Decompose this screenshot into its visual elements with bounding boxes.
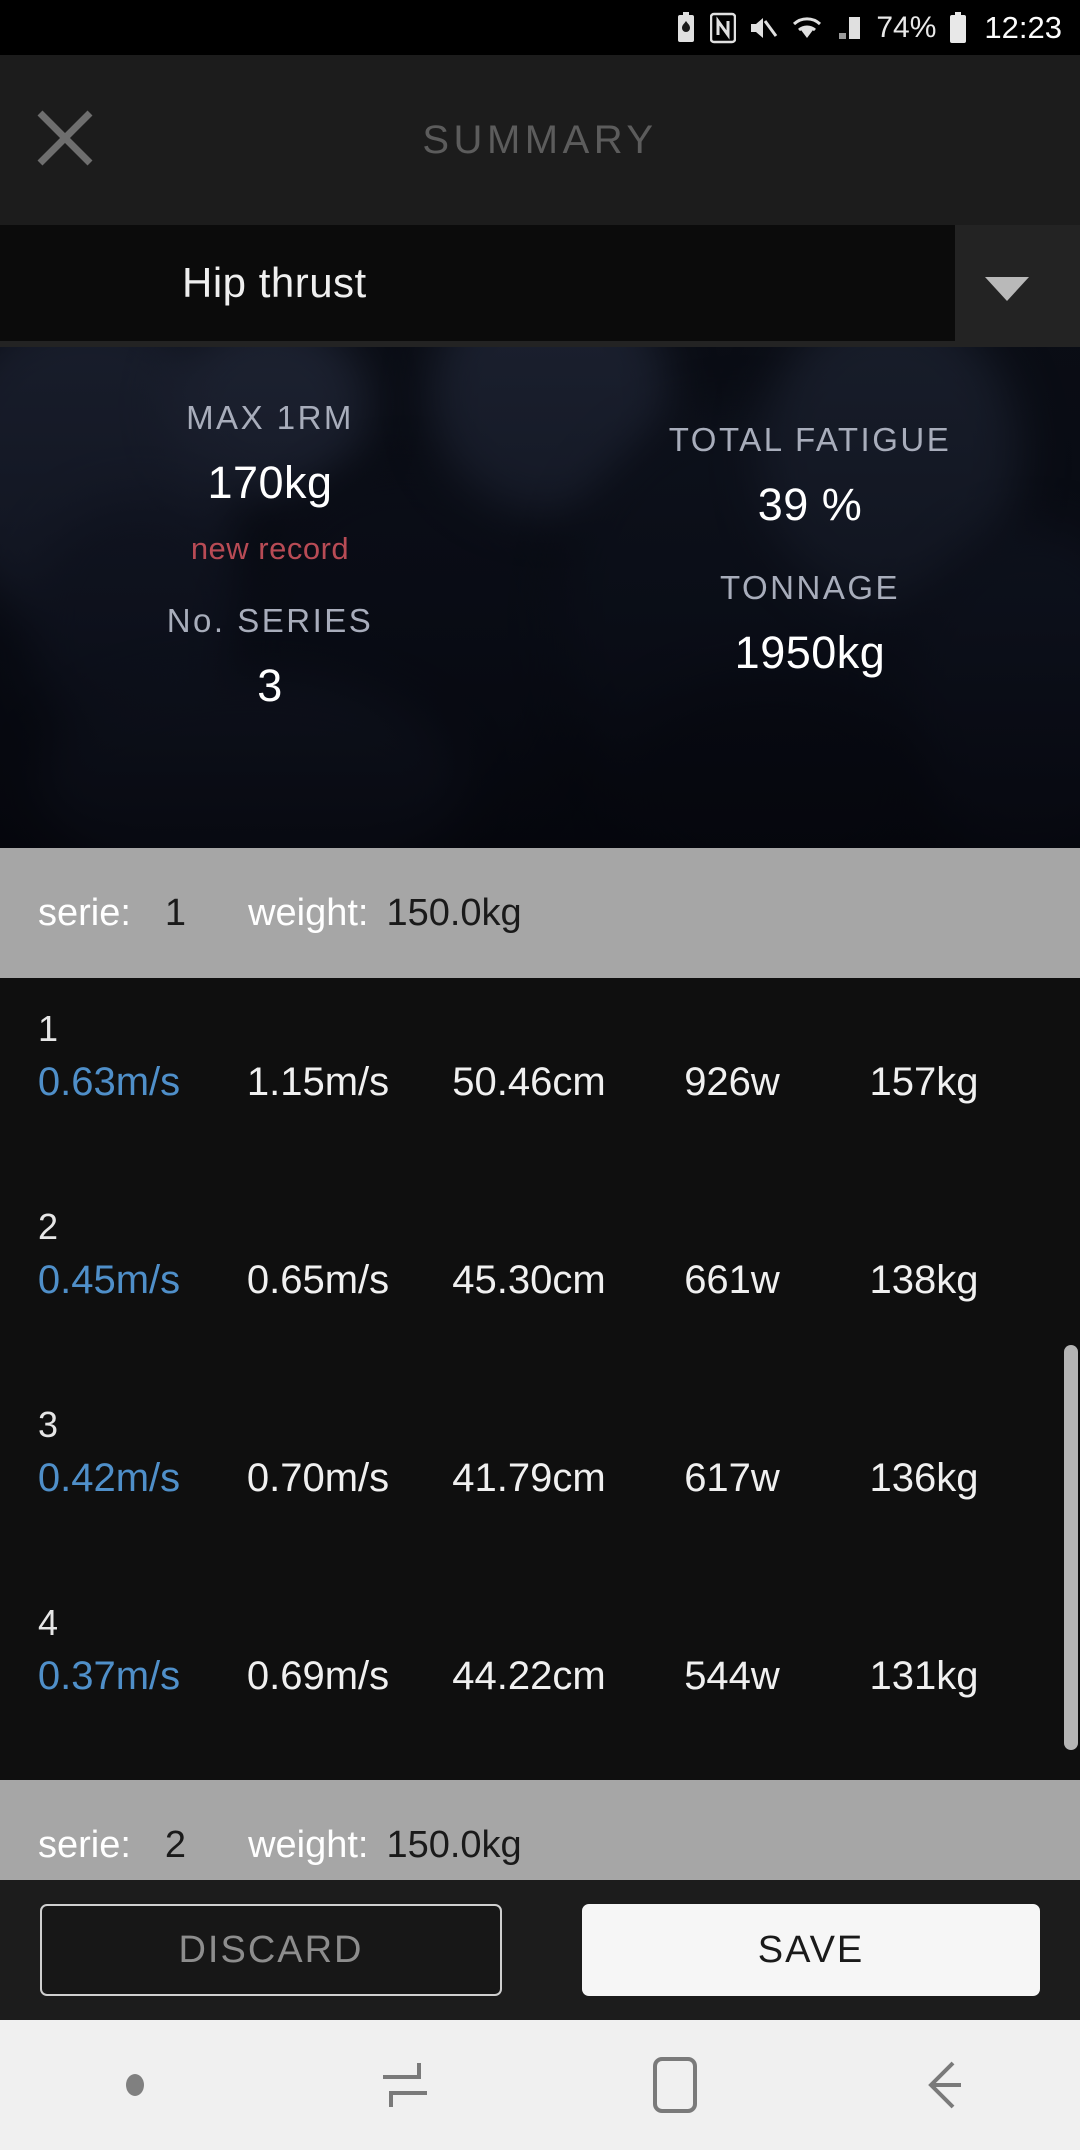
serie-key: serie: bbox=[38, 1823, 131, 1866]
stat-value: 170kg bbox=[207, 457, 333, 508]
rep-number: 3 bbox=[38, 1404, 59, 1445]
app-header: SUMMARY bbox=[0, 55, 1080, 225]
status-bar: 74% 12:23 bbox=[0, 0, 1080, 55]
series-scroll-area[interactable]: serie: 1 weight: 150.0kg 1 0.63m/s 1.15m… bbox=[0, 848, 1080, 1880]
discard-button[interactable]: DISCARD bbox=[40, 1904, 502, 1996]
home-icon bbox=[647, 2053, 703, 2117]
rep-mean-velocity: 0.42m/s bbox=[37, 1456, 181, 1500]
series-header-1[interactable]: serie: 1 weight: 150.0kg bbox=[0, 848, 1080, 978]
rep-peak-velocity: 0.69m/s bbox=[246, 1654, 390, 1698]
stat-label: TONNAGE bbox=[719, 569, 901, 606]
rep-load: 131kg bbox=[869, 1654, 979, 1698]
rep-number: 2 bbox=[38, 1206, 59, 1247]
rep-range: 44.22cm bbox=[452, 1654, 606, 1698]
rep-range: 41.79cm bbox=[452, 1456, 606, 1500]
save-button[interactable]: SAVE bbox=[582, 1904, 1040, 1996]
action-bar: DISCARD SAVE bbox=[0, 1880, 1080, 2020]
weight-value: 150.0kg bbox=[386, 1823, 522, 1866]
rep-mean-velocity: 0.37m/s bbox=[37, 1654, 181, 1698]
battery-icon bbox=[948, 11, 968, 44]
rep-range: 50.46cm bbox=[452, 1060, 606, 1104]
rep-peak-velocity: 0.70m/s bbox=[246, 1456, 390, 1500]
rep-list: 1 0.63m/s 1.15m/s 50.46cm 926w 157kg 2 0… bbox=[0, 978, 1080, 1780]
rep-power: 544w bbox=[684, 1654, 780, 1698]
stat-value: 39 % bbox=[757, 479, 863, 530]
rep-mean-velocity: 0.63m/s bbox=[37, 1060, 181, 1104]
stat-max-1rm: MAX 1RM 170kg new record bbox=[0, 399, 540, 567]
recents-button[interactable] bbox=[270, 2055, 540, 2115]
serie-value: 1 bbox=[164, 891, 187, 934]
summary-hero: MAX 1RM 170kg new record TOTAL FATIGUE 3… bbox=[0, 347, 1080, 848]
stat-label: TOTAL FATIGUE bbox=[668, 421, 952, 458]
new-record-badge: new record bbox=[190, 531, 350, 566]
serie-key: serie: bbox=[38, 891, 131, 934]
phone-screen: 74% 12:23 SUMMARY Hip thrust MAX 1RM 170… bbox=[0, 0, 1080, 2150]
stat-no-series: No. SERIES 3 bbox=[0, 602, 540, 712]
signal-icon bbox=[836, 14, 864, 42]
stat-value: 3 bbox=[257, 660, 283, 711]
rep-power: 661w bbox=[684, 1258, 780, 1302]
clock: 12:23 bbox=[984, 9, 1062, 45]
weight-key: weight: bbox=[248, 1823, 369, 1866]
back-button[interactable] bbox=[810, 2055, 1080, 2115]
exercise-name: Hip thrust bbox=[182, 259, 367, 306]
weight-value: 150.0kg bbox=[386, 891, 522, 934]
rep-peak-velocity: 1.15m/s bbox=[246, 1060, 390, 1104]
rep-number: 4 bbox=[38, 1602, 59, 1643]
stat-label: No. SERIES bbox=[166, 602, 374, 639]
rep-load: 157kg bbox=[869, 1060, 979, 1104]
rep-power: 926w bbox=[684, 1060, 780, 1104]
table-row[interactable]: 4 0.37m/s 0.69m/s 44.22cm 544w 131kg bbox=[0, 1582, 1080, 1780]
table-row[interactable]: 2 0.45m/s 0.65m/s 45.30cm 661w 138kg bbox=[0, 1186, 1080, 1384]
scrollbar-thumb[interactable] bbox=[1064, 1345, 1078, 1750]
back-icon bbox=[917, 2055, 973, 2115]
nfc-icon bbox=[710, 12, 737, 44]
exercise-selector-panel[interactable]: Hip thrust bbox=[0, 225, 955, 341]
table-row[interactable]: 1 0.63m/s 1.15m/s 50.46cm 926w 157kg bbox=[0, 988, 1080, 1186]
stat-value: 1950kg bbox=[734, 627, 886, 678]
dot-indicator-icon bbox=[126, 2074, 144, 2096]
stat-tonnage: TONNAGE 1950kg bbox=[540, 569, 1080, 679]
rep-peak-velocity: 0.65m/s bbox=[246, 1258, 390, 1302]
rep-power: 617w bbox=[684, 1456, 780, 1500]
battery-saver-icon bbox=[674, 11, 698, 44]
weight-key: weight: bbox=[248, 891, 369, 934]
battery-percent: 74% bbox=[876, 10, 937, 44]
rep-load: 136kg bbox=[869, 1456, 979, 1500]
close-icon bbox=[30, 103, 100, 173]
page-title: SUMMARY bbox=[422, 117, 658, 162]
wifi-icon bbox=[790, 14, 824, 42]
series-header-2[interactable]: serie: 2 weight: 150.0kg bbox=[0, 1780, 1080, 1880]
stat-total-fatigue: TOTAL FATIGUE 39 % bbox=[540, 421, 1080, 531]
rep-range: 45.30cm bbox=[452, 1258, 606, 1302]
home-button[interactable] bbox=[540, 2053, 810, 2117]
chevron-down-icon[interactable] bbox=[985, 277, 1029, 301]
close-button[interactable] bbox=[22, 95, 108, 181]
mute-icon bbox=[748, 13, 778, 43]
rep-number: 1 bbox=[38, 1008, 59, 1049]
rep-mean-velocity: 0.45m/s bbox=[37, 1258, 181, 1302]
stat-label: MAX 1RM bbox=[186, 399, 354, 436]
rep-load: 138kg bbox=[869, 1258, 979, 1302]
table-row[interactable]: 3 0.42m/s 0.70m/s 41.79cm 617w 136kg bbox=[0, 1384, 1080, 1582]
serie-value: 2 bbox=[164, 1823, 187, 1866]
recents-icon bbox=[375, 2055, 435, 2115]
dot-indicator-button[interactable] bbox=[0, 2074, 270, 2096]
android-nav-bar bbox=[0, 2020, 1080, 2150]
exercise-selector[interactable]: Hip thrust bbox=[0, 225, 1080, 347]
